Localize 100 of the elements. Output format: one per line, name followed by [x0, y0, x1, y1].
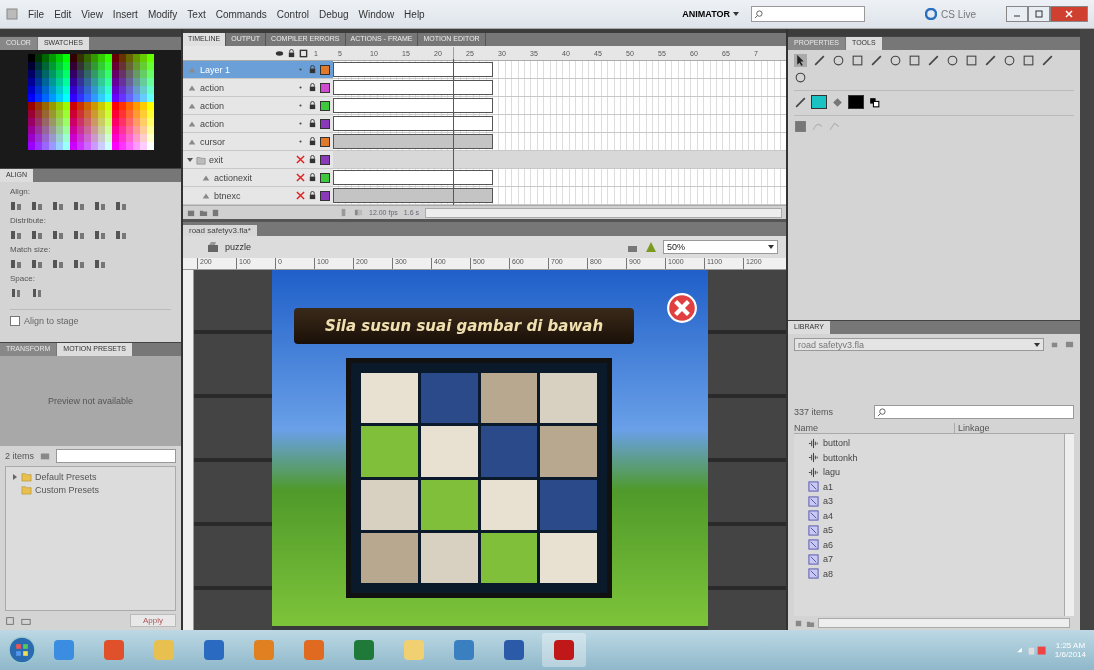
preset-folder[interactable]: Default Presets — [35, 471, 97, 482]
checkbox[interactable] — [10, 316, 20, 326]
cs-live-link[interactable]: CS Live — [941, 8, 976, 20]
align-icon[interactable] — [31, 258, 43, 270]
align-icon[interactable] — [94, 200, 106, 212]
layer-name[interactable]: exit — [209, 154, 223, 165]
layer-color-swatch[interactable] — [320, 64, 330, 75]
scrollbar[interactable] — [1064, 434, 1074, 616]
visible-dot-icon[interactable] — [296, 137, 305, 146]
search-field[interactable] — [751, 6, 865, 22]
workspace-dropdown[interactable]: ANIMATOR — [680, 9, 741, 19]
layer-color-swatch[interactable] — [320, 118, 330, 129]
align-icon[interactable] — [10, 258, 22, 270]
menu-item[interactable]: Window — [358, 8, 395, 20]
menu-item[interactable]: Commands — [215, 8, 267, 20]
lock-icon[interactable] — [308, 65, 317, 74]
arrow-icon[interactable] — [794, 54, 807, 67]
library-item[interactable]: a1 — [823, 481, 833, 492]
menu-item[interactable]: View — [81, 8, 103, 20]
layer-color-swatch[interactable] — [320, 82, 330, 93]
layer-color-swatch[interactable] — [320, 100, 330, 111]
align-icon[interactable] — [10, 229, 22, 241]
flash-app-icon[interactable] — [542, 633, 586, 667]
color-swatch-grid[interactable] — [28, 54, 154, 150]
layer-color-swatch[interactable] — [320, 190, 330, 201]
expand-arrow-icon[interactable] — [187, 156, 193, 163]
layer-name[interactable]: btnexc — [214, 190, 241, 201]
new-folder-icon[interactable] — [199, 208, 208, 217]
library-item[interactable]: a5 — [823, 525, 833, 536]
menu-item[interactable]: Text — [187, 8, 206, 20]
visible-dot-icon[interactable] — [296, 101, 305, 110]
visible-dot-icon[interactable] — [296, 65, 305, 74]
start-orb-icon[interactable] — [8, 636, 36, 664]
visible-dot-icon[interactable] — [296, 119, 305, 128]
align-icon[interactable] — [115, 200, 127, 212]
hidden-x-icon[interactable] — [296, 191, 305, 200]
menu-item[interactable]: Insert — [112, 8, 138, 20]
zoom-dropdown[interactable]: 50% — [663, 240, 778, 254]
scrollbar[interactable] — [818, 618, 1070, 628]
delete-icon[interactable] — [211, 208, 220, 217]
new-layer-icon[interactable] — [187, 208, 196, 217]
library-item[interactable]: buttonkh — [823, 452, 858, 463]
align-icon[interactable] — [115, 229, 127, 241]
space-icon[interactable] — [31, 287, 43, 299]
align-icon[interactable] — [73, 200, 85, 212]
frame-span[interactable] — [333, 170, 493, 185]
apply-button[interactable]: Apply — [130, 614, 176, 627]
lock-icon[interactable] — [287, 48, 296, 58]
library-item[interactable]: a6 — [823, 539, 833, 550]
stroke-color-swatch[interactable] — [811, 95, 827, 109]
lock-icon[interactable] — [308, 83, 317, 92]
fill-color-swatch[interactable] — [848, 95, 864, 109]
default-colors-icon[interactable] — [868, 95, 881, 109]
frame-span[interactable] — [333, 98, 493, 113]
layer-color-swatch[interactable] — [320, 172, 330, 183]
align-icon[interactable] — [10, 200, 22, 212]
align-icon[interactable] — [52, 200, 64, 212]
align-icon[interactable] — [94, 229, 106, 241]
scrollbar[interactable] — [425, 207, 782, 218]
menu-item[interactable]: File — [28, 8, 45, 20]
frame-span[interactable] — [333, 134, 493, 149]
library-item[interactable]: a4 — [823, 510, 833, 521]
menu-item[interactable]: Debug — [319, 8, 349, 20]
column-header[interactable]: Linkage — [954, 423, 990, 433]
menu-item[interactable]: Modify — [147, 8, 178, 20]
hidden-x-icon[interactable] — [296, 173, 305, 182]
lock-icon[interactable] — [308, 155, 317, 164]
lock-icon[interactable] — [308, 101, 317, 110]
frame-span[interactable] — [333, 188, 493, 203]
new-preset-icon[interactable] — [5, 615, 15, 626]
scene-name[interactable]: puzzle — [225, 242, 251, 252]
layer-color-swatch[interactable] — [320, 154, 330, 165]
library-item[interactable]: buttonl — [823, 438, 851, 449]
space-icon[interactable] — [10, 287, 22, 299]
menu-item[interactable]: Help — [404, 8, 425, 20]
library-item[interactable]: a8 — [823, 568, 833, 579]
visible-dot-icon[interactable] — [296, 83, 305, 92]
menu-item[interactable]: Control — [276, 8, 310, 20]
maximize-button[interactable] — [1028, 6, 1050, 22]
lock-icon[interactable] — [308, 119, 317, 128]
library-file-dropdown[interactable]: road safetyv3.fla — [794, 338, 1044, 351]
library-item[interactable]: a3 — [823, 496, 833, 507]
column-header[interactable]: Name — [794, 423, 954, 433]
align-icon[interactable] — [73, 258, 85, 270]
search-field[interactable] — [56, 449, 176, 463]
lock-icon[interactable] — [308, 173, 317, 182]
layer-color-swatch[interactable] — [320, 136, 330, 147]
minimize-button[interactable] — [1006, 6, 1028, 22]
jigsaw-puzzle-drawing[interactable] — [346, 358, 612, 598]
document-tab[interactable]: road safetyv3.fla* — [183, 225, 257, 236]
search-field[interactable] — [874, 405, 1074, 419]
hidden-x-icon[interactable] — [296, 155, 305, 164]
frame-span[interactable] — [333, 116, 493, 131]
layer-name[interactable]: cursor — [200, 136, 225, 147]
layer-name[interactable]: actionexit — [214, 172, 253, 183]
eye-icon[interactable] — [275, 48, 284, 58]
close-button[interactable] — [1050, 6, 1088, 22]
menu-item[interactable]: Edit — [54, 8, 72, 20]
align-icon[interactable] — [94, 258, 106, 270]
frame-span[interactable] — [333, 62, 493, 77]
